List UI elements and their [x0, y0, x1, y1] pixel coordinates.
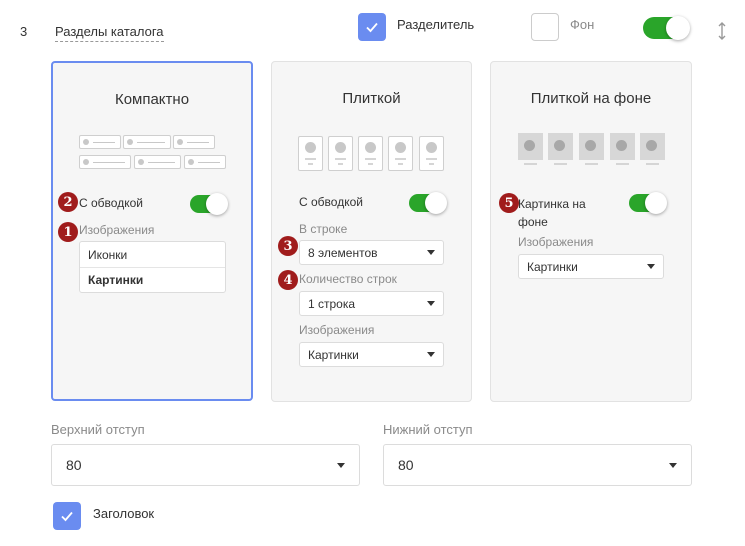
- tile-border-label: С обводкой: [299, 195, 363, 209]
- tile-bg-image-label: Картинка на фоне: [518, 197, 586, 229]
- tile-images-select[interactable]: Картинки: [299, 342, 444, 367]
- section-number: 3: [20, 24, 28, 39]
- background-label: Фон: [570, 17, 595, 32]
- tile-per-row-label: В строке: [299, 222, 348, 236]
- bottom-margin-label: Нижний отступ: [383, 422, 473, 437]
- chevron-down-icon: [427, 301, 435, 306]
- drag-handle-icon[interactable]: [717, 21, 727, 41]
- top-margin-value: 80: [66, 457, 82, 473]
- tile-per-row-value: 8 элементов: [308, 245, 378, 260]
- check-icon: [366, 22, 378, 33]
- tile-rows-value: 1 строка: [308, 296, 356, 311]
- chevron-down-icon: [647, 264, 655, 269]
- compact-images-listbox[interactable]: Иконки Картинки: [79, 241, 226, 293]
- check-icon: [61, 511, 73, 522]
- background-checkbox[interactable]: [531, 13, 559, 41]
- heading-checkbox[interactable]: [53, 502, 81, 530]
- card-compact-title: Компактно: [114, 91, 190, 108]
- chevron-down-icon: [427, 250, 435, 255]
- tile-border-toggle[interactable]: [409, 192, 447, 214]
- tile-rows-select[interactable]: 1 строка: [299, 291, 444, 316]
- tile-bg-images-label: Изображения: [518, 235, 594, 249]
- compact-border-label: С обводкой: [79, 196, 143, 210]
- card-tile-bg[interactable]: Плиткой на фоне Картинка на фоне Изображ…: [490, 61, 692, 402]
- marker-1: 1: [58, 222, 78, 242]
- chevron-down-icon: [669, 462, 677, 468]
- top-margin-label: Верхний отступ: [51, 422, 145, 437]
- marker-4: 4: [278, 270, 298, 290]
- tile-images-label: Изображения: [299, 323, 375, 337]
- compact-border-toggle[interactable]: [190, 193, 228, 215]
- card-tile[interactable]: Плиткой С обводкой В строке 8 элементов …: [271, 61, 472, 402]
- option-icons[interactable]: Иконки: [80, 242, 225, 267]
- tile-per-row-select[interactable]: 8 элементов: [299, 240, 444, 265]
- section-title[interactable]: Разделы каталога: [55, 24, 164, 42]
- marker-5: 5: [499, 193, 519, 213]
- chevron-down-icon: [427, 352, 435, 357]
- option-pictures[interactable]: Картинки: [80, 267, 225, 292]
- bottom-margin-select[interactable]: 80: [383, 444, 692, 486]
- bottom-margin-value: 80: [398, 457, 414, 473]
- heading-label: Заголовок: [93, 506, 155, 521]
- tile-rows-label: Количество строк: [299, 272, 397, 286]
- card-tile-title: Плиткой: [342, 90, 401, 107]
- tile-images-value: Картинки: [308, 347, 359, 362]
- marker-2: 2: [58, 192, 78, 212]
- tile-bg-image-toggle[interactable]: [629, 192, 667, 214]
- compact-images-label: Изображения: [79, 223, 155, 237]
- divider-label: Разделитель: [397, 17, 475, 32]
- card-compact[interactable]: Компактно С обводкой Изображения Иконки …: [51, 61, 253, 401]
- top-margin-select[interactable]: 80: [51, 444, 360, 486]
- section-enabled-toggle[interactable]: [643, 16, 690, 40]
- tile-bg-images-select[interactable]: Картинки: [518, 254, 664, 279]
- tile-bg-images-value: Картинки: [527, 259, 578, 274]
- card-tile-bg-title: Плиткой на фоне: [530, 90, 652, 107]
- chevron-down-icon: [337, 462, 345, 468]
- divider-checkbox[interactable]: [358, 13, 386, 41]
- marker-3: 3: [278, 236, 298, 256]
